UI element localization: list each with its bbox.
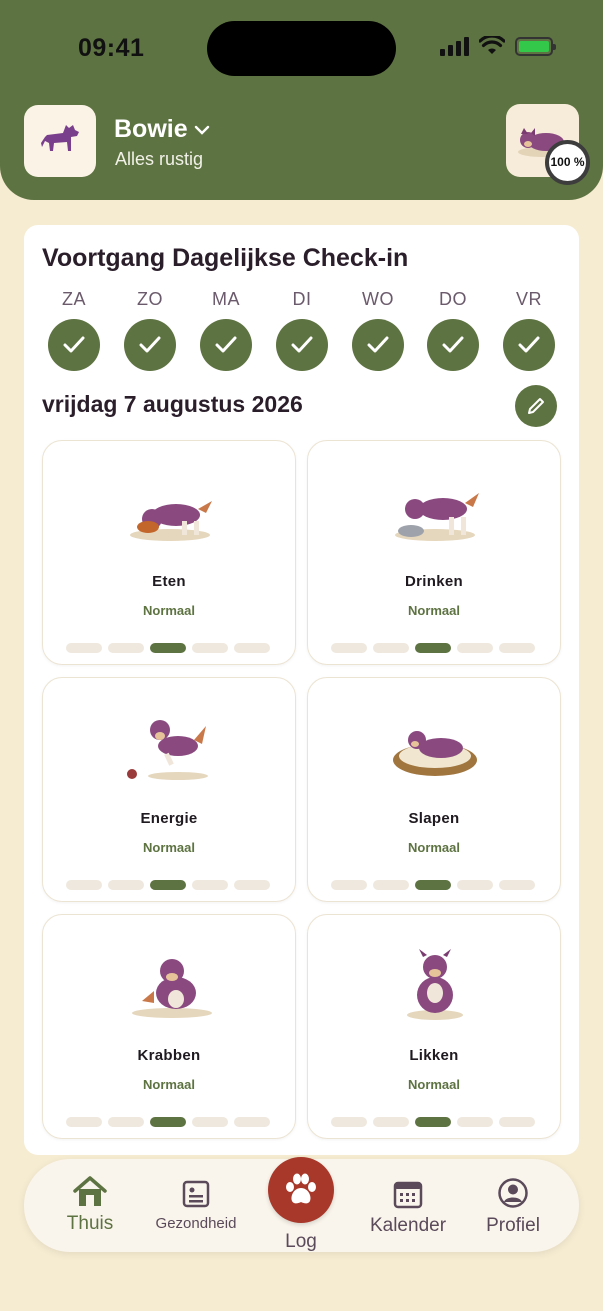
day-di[interactable]: DI xyxy=(276,289,328,371)
day-wo[interactable]: WO xyxy=(352,289,404,371)
tile-value: Normaal xyxy=(407,840,461,855)
check-icon xyxy=(352,319,404,371)
pet-name: Bowie xyxy=(114,115,188,143)
tile-value: Normaal xyxy=(407,1077,461,1092)
day-label: VR xyxy=(515,289,542,309)
tile-likken[interactable]: Likken Normaal xyxy=(307,914,561,1139)
tab-label: Profiel xyxy=(486,1215,540,1236)
tab-label: Gezondheid xyxy=(155,1215,237,1232)
pencil-icon xyxy=(528,398,544,414)
day-label: DO xyxy=(439,289,467,309)
level-scale xyxy=(66,643,270,653)
tab-thuis[interactable]: Thuis xyxy=(60,1175,120,1235)
selected-date: vrijdag 7 augustus 2026 xyxy=(42,391,303,417)
daily-checkin-card: Voortgang Dagelijkse Check-in ZA ZO MA D… xyxy=(24,225,579,1155)
edit-button[interactable] xyxy=(515,385,557,427)
status-bar: 09:41 xyxy=(0,0,603,96)
signal-icon xyxy=(440,36,469,56)
check-icon xyxy=(48,319,100,371)
tile-eten[interactable]: Eten Normaal xyxy=(42,440,296,665)
dog-icon xyxy=(41,125,79,151)
level-scale xyxy=(66,880,270,890)
day-vr[interactable]: VR xyxy=(503,289,555,371)
tile-value: Normaal xyxy=(407,603,461,618)
tab-bar: Thuis Gezondheid Log Kalender Profiel xyxy=(24,1157,579,1253)
tile-value: Normaal xyxy=(142,1077,196,1092)
tab-label: Kalender xyxy=(369,1215,447,1236)
calendar-icon xyxy=(393,1181,423,1209)
tile-value: Normaal xyxy=(142,603,196,618)
tile-label: Krabben xyxy=(137,1047,201,1064)
tile-label: Likken xyxy=(409,1047,459,1064)
tile-drinken[interactable]: Drinken Normaal xyxy=(307,440,561,665)
home-icon xyxy=(73,1176,107,1206)
tile-label: Energie xyxy=(140,810,198,827)
completion-ring: 100 % xyxy=(545,140,590,185)
checkin-title: Voortgang Dagelijkse Check-in xyxy=(42,244,409,272)
level-scale xyxy=(331,1117,535,1127)
wifi-icon xyxy=(479,36,505,54)
tile-label: Slapen xyxy=(408,810,460,827)
battery-icon xyxy=(515,36,556,56)
dog-playing-illustration xyxy=(127,720,208,780)
dynamic-island xyxy=(207,21,396,76)
tab-log-label[interactable]: Log xyxy=(278,1231,324,1253)
tile-krabben[interactable]: Krabben Normaal xyxy=(42,914,296,1139)
tab-kalender[interactable]: Kalender xyxy=(360,1179,456,1237)
dog-sleeping-illustration xyxy=(393,731,477,776)
tile-energie[interactable]: Energie Normaal xyxy=(42,677,296,902)
paw-icon xyxy=(286,1173,316,1204)
tab-label: Thuis xyxy=(66,1213,114,1234)
log-button[interactable] xyxy=(268,1157,334,1223)
dog-scratching-illustration xyxy=(132,959,212,1018)
status-time: 09:41 xyxy=(78,34,145,62)
day-do[interactable]: DO xyxy=(427,289,479,371)
tile-slapen[interactable]: Slapen Normaal xyxy=(307,677,561,902)
chevron-down-icon xyxy=(194,125,209,135)
day-label: WO xyxy=(362,289,394,309)
profile-icon xyxy=(498,1178,528,1208)
day-ma[interactable]: MA xyxy=(200,289,252,371)
check-icon xyxy=(427,319,479,371)
check-icon xyxy=(124,319,176,371)
dog-eating-illustration xyxy=(130,501,212,541)
dog-drinking-illustration xyxy=(395,493,479,541)
tab-profiel[interactable]: Profiel xyxy=(478,1177,548,1237)
day-label: DI xyxy=(292,289,312,309)
level-scale xyxy=(331,880,535,890)
tab-label: Log xyxy=(285,1231,317,1252)
tile-value: Normaal xyxy=(142,840,196,855)
level-scale xyxy=(66,1117,270,1127)
level-scale xyxy=(331,643,535,653)
status-icons xyxy=(440,36,556,56)
check-icon xyxy=(200,319,252,371)
day-label: ZA xyxy=(61,289,86,309)
day-zo[interactable]: ZO xyxy=(124,289,176,371)
pet-avatar[interactable] xyxy=(24,105,96,177)
day-label: MA xyxy=(212,289,240,309)
check-icon xyxy=(503,319,555,371)
day-za[interactable]: ZA xyxy=(48,289,100,371)
check-icon xyxy=(276,319,328,371)
tab-gezondheid[interactable]: Gezondheid xyxy=(146,1179,246,1232)
pet-name-selector[interactable]: Bowie xyxy=(114,115,210,144)
day-label: ZO xyxy=(137,289,163,309)
dog-licking-illustration xyxy=(407,949,463,1020)
health-record-icon xyxy=(182,1180,210,1208)
pet-status: Alles rustig xyxy=(115,149,204,169)
tile-label: Drinken xyxy=(405,573,463,590)
tile-label: Eten xyxy=(152,573,186,590)
